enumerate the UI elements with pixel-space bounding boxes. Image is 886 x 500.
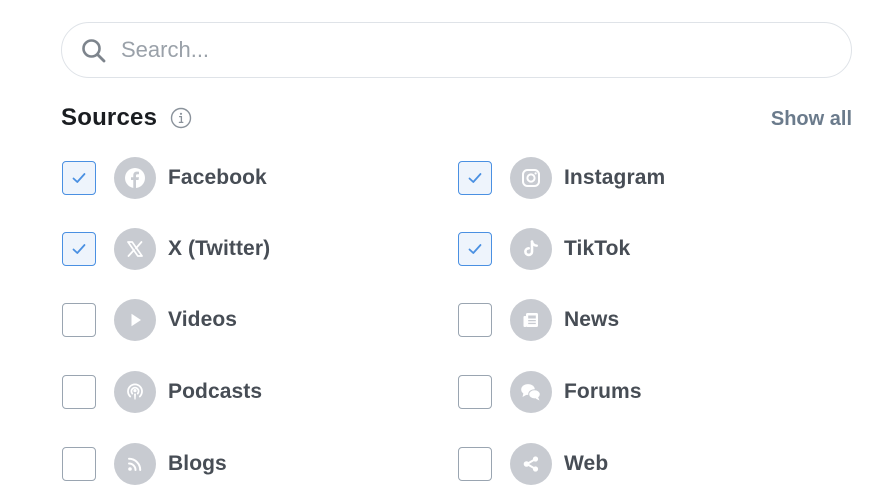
source-item-forums[interactable]: Forums xyxy=(458,371,642,413)
tiktok-label: TikTok xyxy=(564,237,631,260)
forums-label: Forums xyxy=(564,380,642,403)
show-all-button[interactable]: Show all xyxy=(771,108,852,131)
instagram-icon xyxy=(510,157,552,199)
info-icon[interactable] xyxy=(170,107,192,129)
x-twitter-label: X (Twitter) xyxy=(168,237,271,260)
sources-heading: Sources xyxy=(61,104,158,131)
instagram-label: Instagram xyxy=(564,166,666,189)
search-bar[interactable] xyxy=(61,22,852,78)
checkmark-icon xyxy=(72,244,86,254)
x-twitter-icon xyxy=(114,228,156,270)
web-checkbox[interactable] xyxy=(458,447,492,481)
rss-icon xyxy=(114,443,156,485)
podcasts-label: Podcasts xyxy=(168,380,263,403)
newspaper-icon xyxy=(510,299,552,341)
source-item-news[interactable]: News xyxy=(458,299,619,341)
search-icon xyxy=(82,39,106,63)
chat-bubbles-icon xyxy=(510,371,552,413)
facebook-checkbox[interactable] xyxy=(62,161,96,195)
checkmark-icon xyxy=(72,173,86,183)
source-item-web[interactable]: Web xyxy=(458,443,608,485)
source-item-tiktok[interactable]: TikTok xyxy=(458,228,630,270)
search-input[interactable] xyxy=(119,36,823,64)
checkmark-icon xyxy=(468,244,482,254)
facebook-label: Facebook xyxy=(168,166,267,189)
videos-label: Videos xyxy=(168,308,238,331)
blogs-checkbox[interactable] xyxy=(62,447,96,481)
videos-checkbox[interactable] xyxy=(62,303,96,337)
x-twitter-checkbox[interactable] xyxy=(62,232,96,266)
source-item-instagram[interactable]: Instagram xyxy=(458,157,665,199)
tiktok-icon xyxy=(510,228,552,270)
podcast-icon xyxy=(114,371,156,413)
instagram-checkbox[interactable] xyxy=(458,161,492,195)
blogs-label: Blogs xyxy=(168,452,227,475)
news-label: News xyxy=(564,308,620,331)
source-item-facebook[interactable]: Facebook xyxy=(62,157,267,199)
web-label: Web xyxy=(564,452,609,475)
tiktok-checkbox[interactable] xyxy=(458,232,492,266)
source-item-podcasts[interactable]: Podcasts xyxy=(62,371,262,413)
checkmark-icon xyxy=(468,173,482,183)
source-item-blogs[interactable]: Blogs xyxy=(62,443,227,485)
share-icon xyxy=(510,443,552,485)
podcasts-checkbox[interactable] xyxy=(62,375,96,409)
source-item-x-twitter[interactable]: X (Twitter) xyxy=(62,228,270,270)
source-item-videos[interactable]: Videos xyxy=(62,299,237,341)
forums-checkbox[interactable] xyxy=(458,375,492,409)
facebook-icon xyxy=(114,157,156,199)
play-icon xyxy=(114,299,156,341)
news-checkbox[interactable] xyxy=(458,303,492,337)
